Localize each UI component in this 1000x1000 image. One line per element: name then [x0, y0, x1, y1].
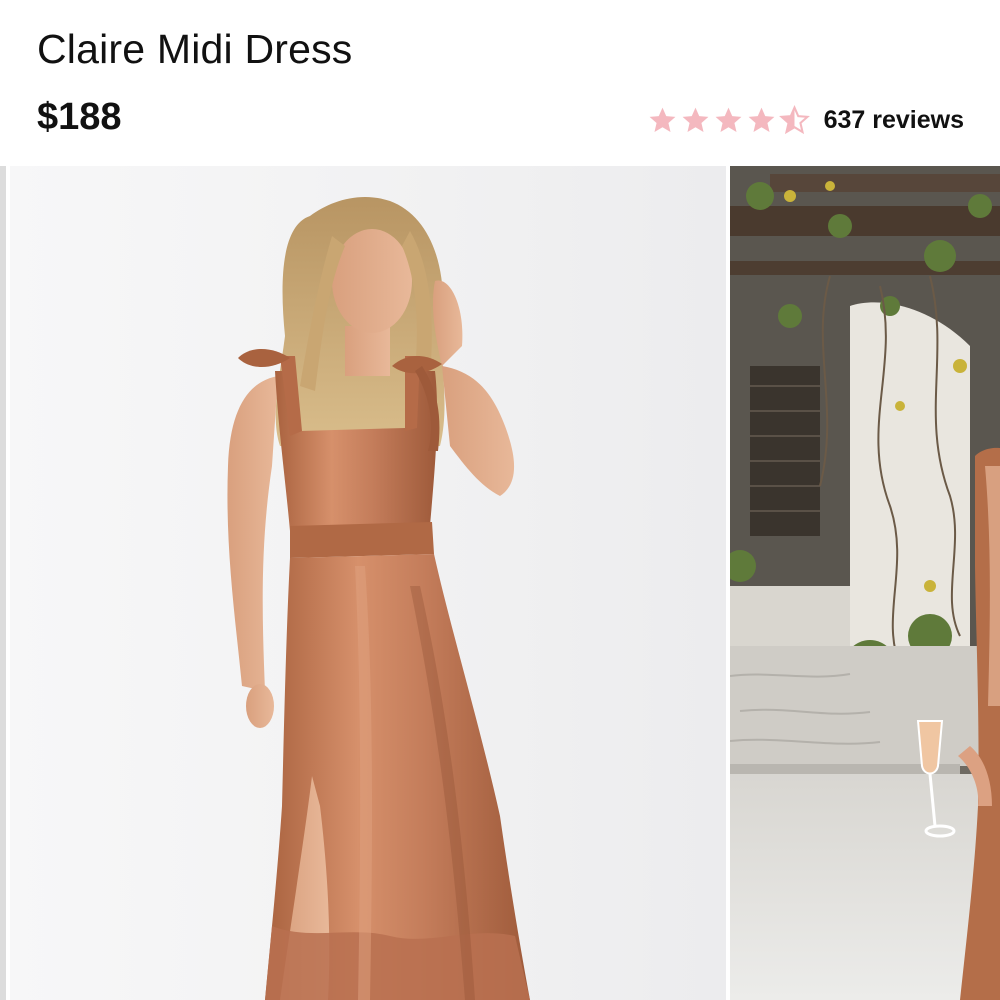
product-rating[interactable]: 637 reviews	[647, 100, 964, 140]
product-image-main[interactable]	[10, 166, 726, 1000]
star-icon	[748, 107, 775, 132]
reviews-count-link[interactable]: 637 reviews	[824, 106, 964, 135]
star-icon	[715, 107, 742, 132]
product-image-gallery[interactable]	[0, 166, 1000, 1000]
rating-stars	[647, 104, 812, 136]
half-star-icon	[778, 104, 810, 134]
product-image-secondary[interactable]	[730, 166, 1000, 1000]
product-header: Claire Midi Dress $188 637 reviews	[0, 0, 1000, 166]
model-studio-illustration	[10, 166, 726, 1000]
model-garden-illustration	[730, 166, 1000, 1000]
product-title: Claire Midi Dress	[37, 26, 353, 72]
product-price: $188	[37, 96, 122, 138]
star-icon	[682, 107, 709, 132]
star-icon	[649, 107, 676, 132]
